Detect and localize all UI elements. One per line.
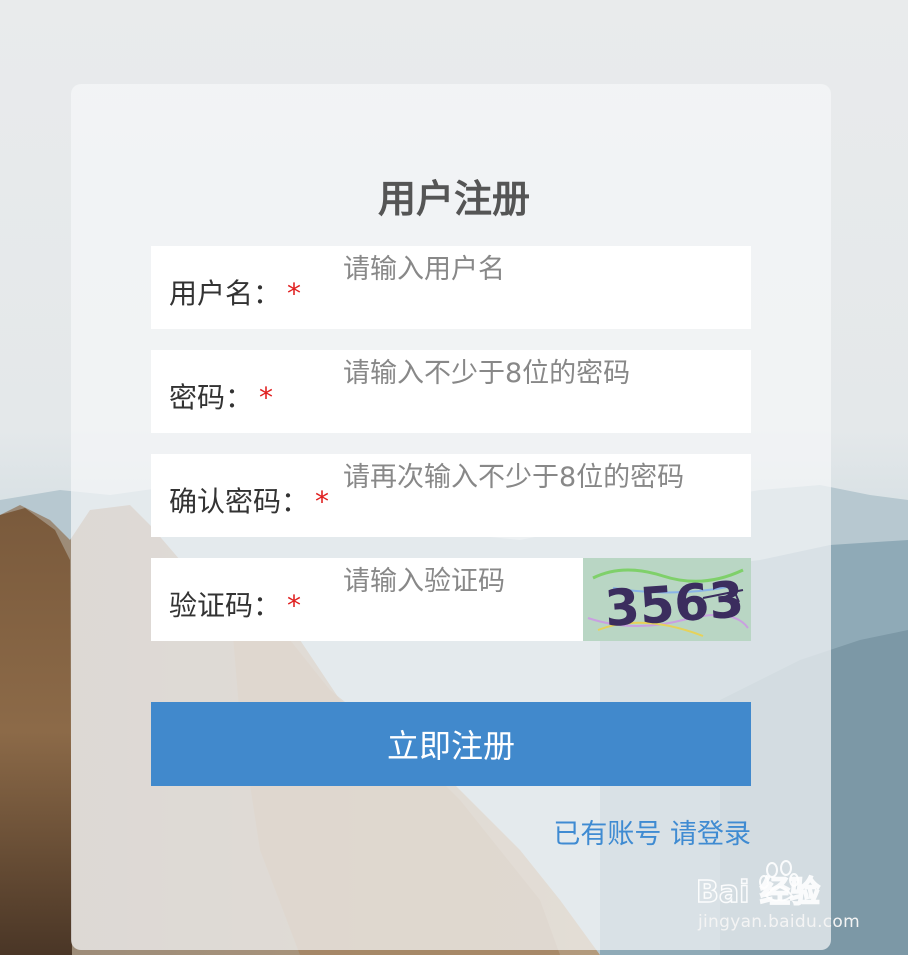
captcha-input[interactable] [343,566,573,597]
page-title: 用户注册 [377,177,530,221]
username-input[interactable] [343,254,723,285]
confirm-password-label: 确认密码： * [169,485,330,518]
captcha-label: 验证码： * [169,589,302,622]
required-mark: * [259,381,274,414]
confirm-password-input[interactable] [343,462,723,493]
password-label: 密码： * [169,381,274,414]
captcha-image[interactable]: 3563 [583,558,751,641]
required-mark: * [287,277,302,310]
captcha-text: 3563 [603,570,746,638]
required-mark: * [287,589,302,622]
username-row: 用户名： * [151,246,751,329]
password-row: 密码： * [151,350,751,433]
username-label: 用户名： * [169,277,302,310]
login-link[interactable]: 已有账号 请登录 [553,812,751,851]
captcha-row: 验证码：* 3563 [151,558,751,641]
watermark-url: jingyan.baidu.com [698,912,860,932]
confirm-password-row: 确认密码： * [151,454,751,537]
register-button[interactable]: 立即注册 [151,702,751,786]
watermark-brand: Bai 经验 [696,875,820,910]
password-input[interactable] [343,358,723,389]
required-mark: * [315,485,330,518]
